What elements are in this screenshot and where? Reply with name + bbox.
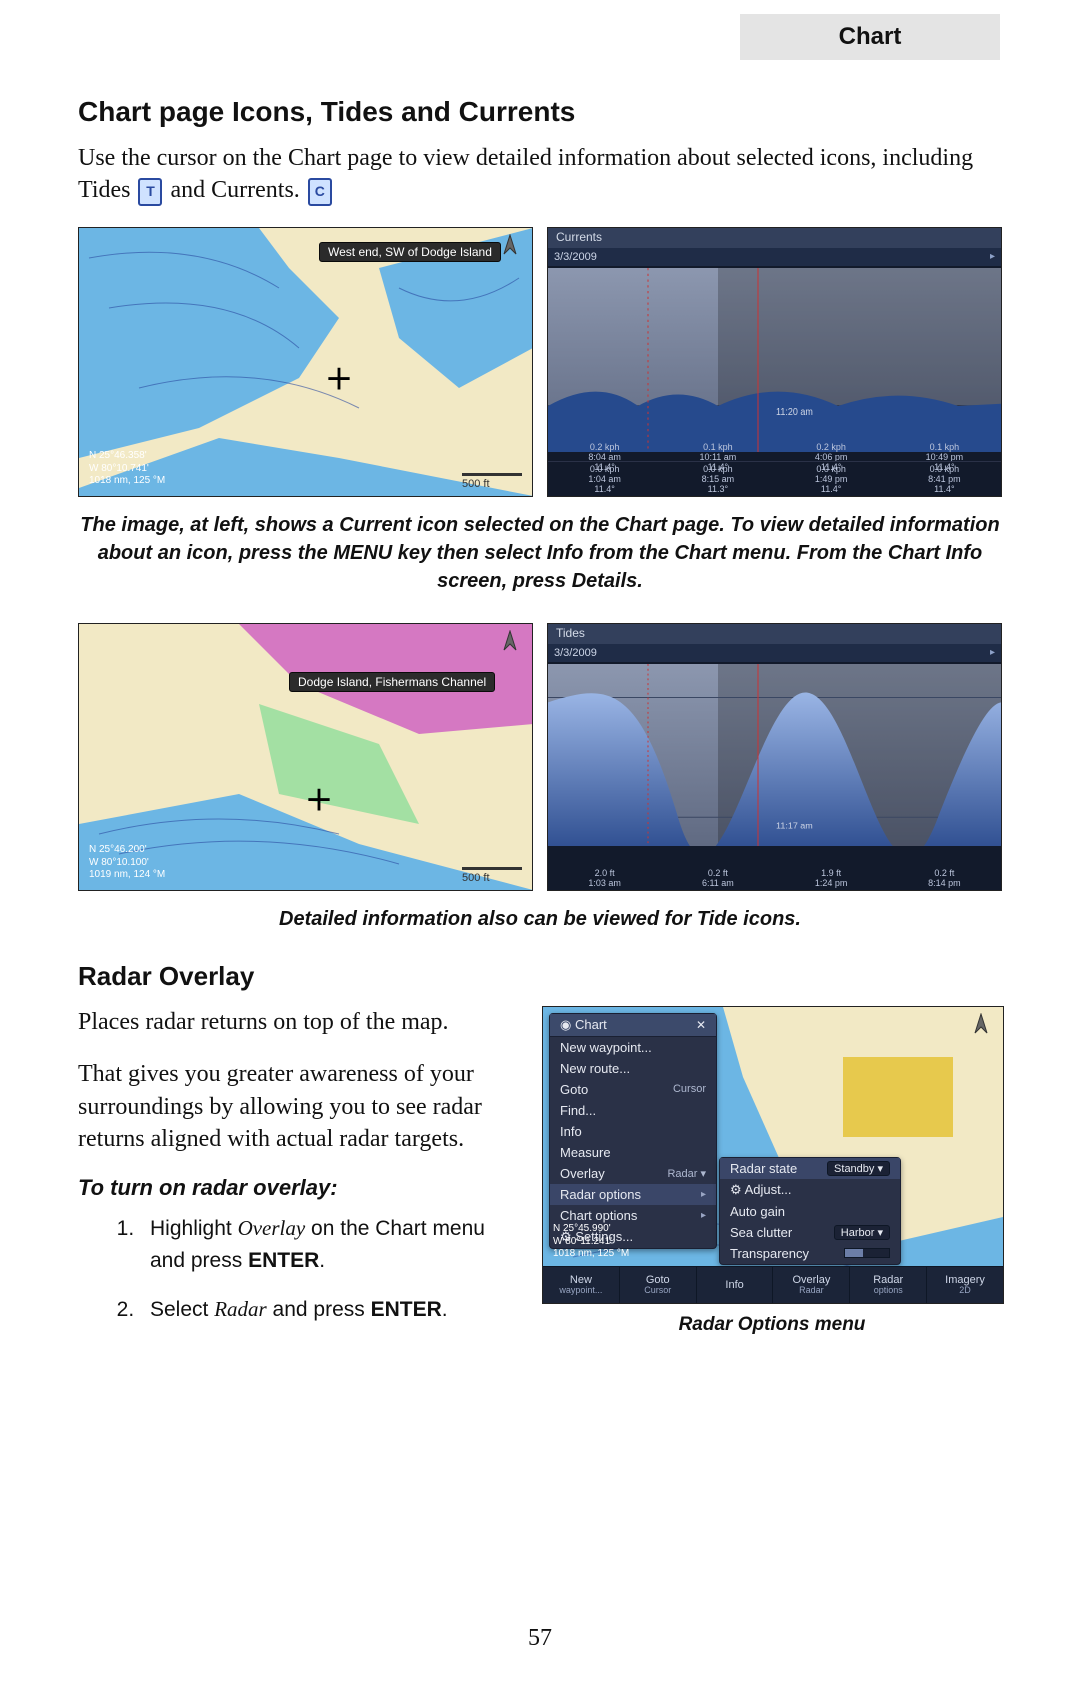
radar-p1: Places radar returns on top of the map.: [78, 1006, 522, 1038]
north-indicator-icon-3: [969, 1013, 993, 1043]
date-chev-icon[interactable]: ▸: [990, 251, 995, 262]
radar-p2: That gives you greater awareness of your…: [78, 1058, 522, 1155]
radar-subhead: To turn on radar overlay:: [78, 1175, 522, 1201]
page-number: 57: [0, 1625, 1080, 1652]
softkey-overlay[interactable]: OverlayRadar: [773, 1267, 850, 1303]
cursor-icon-2: ＋: [305, 779, 333, 819]
caption-1: The image, at left, shows a Current icon…: [78, 511, 1002, 595]
menu-new-waypoint[interactable]: New waypoint...: [550, 1037, 716, 1058]
location-label-text-2: Dodge Island, Fishermans Channel: [298, 675, 486, 689]
page: Chart Chart page Icons, Tides and Curren…: [0, 0, 1080, 1682]
tide-icon: T: [138, 178, 162, 206]
softkey-new-waypoint[interactable]: Newwaypoint...: [543, 1267, 620, 1303]
tides-date: 3/3/2009: [554, 647, 597, 659]
location-label-1: West end, SW of Dodge Island: [319, 242, 501, 262]
tides-title: Tides: [548, 624, 1001, 644]
chart-screenshot-2: Dodge Island, Fishermans Channel ＋ N 25°…: [78, 623, 533, 891]
lon-text: W 80°10.741': [89, 463, 165, 476]
radar-figure-col: ◉ Chart ✕ New waypoint... New route... G…: [542, 1006, 1002, 1336]
menu-measure[interactable]: Measure: [550, 1142, 716, 1163]
step-1: Highlight Overlay on the Chart menu and …: [140, 1213, 522, 1276]
softkey-radar-options[interactable]: Radaroptions: [850, 1267, 927, 1303]
submenu-adjust[interactable]: ⚙ Adjust...: [720, 1179, 900, 1201]
radar-options-submenu: Radar state Standby ▾ ⚙ Adjust... Auto g…: [719, 1157, 901, 1265]
chart-menu: ◉ Chart ✕ New waypoint... New route... G…: [549, 1013, 717, 1249]
radar-screenshot: ◉ Chart ✕ New waypoint... New route... G…: [542, 1006, 1004, 1304]
svg-text:11:17 am: 11:17 am: [776, 821, 813, 831]
submenu-auto-gain[interactable]: Auto gain: [720, 1201, 900, 1222]
softkey-imagery[interactable]: Imagery2D: [927, 1267, 1003, 1303]
tides-graph: 11:17 am: [548, 664, 1001, 846]
menu-new-route[interactable]: New route...: [550, 1058, 716, 1079]
menu-info[interactable]: Info: [550, 1121, 716, 1142]
menu-overlay[interactable]: OverlayRadar ▾: [550, 1163, 716, 1184]
position-overlay-2: N 25°46.200' W 80°10.100' 1019 nm, 124 °…: [89, 844, 165, 882]
current-icon: C: [308, 178, 332, 206]
currents-graph: 11:20 am: [548, 268, 1001, 452]
section-title-1: Chart page Icons, Tides and Currents: [78, 96, 1002, 128]
figure-row-2: Dodge Island, Fishermans Channel ＋ N 25°…: [78, 623, 1002, 891]
tides-date-row: 3/3/2009 ▸: [548, 644, 1001, 662]
menu-find[interactable]: Find...: [550, 1100, 716, 1121]
currents-cols-bottom: 0.0 kph1:04 am11.4° 0.0 kph8:15 am11.3° …: [548, 461, 1001, 496]
content: Chart page Icons, Tides and Currents Use…: [0, 0, 1080, 1344]
position-overlay-3: N 25°45.990' W 80°11.241' 1018 nm, 125 °…: [553, 1223, 629, 1261]
marker-time-text: 11:20 am: [776, 406, 813, 418]
submenu-radar-state[interactable]: Radar state Standby ▾: [720, 1158, 900, 1179]
currents-panel: Currents 3/3/2009 ▸ 11:20 am: [547, 227, 1002, 497]
currents-title: Currents: [548, 228, 1001, 248]
intro-paragraph: Use the cursor on the Chart page to view…: [78, 142, 1002, 207]
step-2: Select Radar and press ENTER.: [140, 1294, 522, 1326]
submenu-sea-clutter[interactable]: Sea clutter Harbor ▾: [720, 1222, 900, 1243]
scale-text: 500 ft: [462, 478, 490, 490]
north-indicator-icon: [498, 234, 522, 264]
caption-2: Detailed information also can be viewed …: [78, 905, 1002, 933]
location-label-text: West end, SW of Dodge Island: [328, 245, 492, 259]
chapter-tab: Chart: [740, 14, 1000, 60]
softkey-goto[interactable]: GotoCursor: [620, 1267, 697, 1303]
radar-text-col: Places radar returns on top of the map. …: [78, 1006, 522, 1344]
tides-cols: 2.0 ft1:03 am 0.2 ft6:11 am 1.9 ft1:24 p…: [548, 866, 1001, 890]
north-indicator-icon-2: [498, 630, 522, 660]
menu-radar-options[interactable]: Radar options▸: [550, 1184, 716, 1205]
scale-bar-1: 500 ft: [462, 473, 522, 490]
currents-date: 3/3/2009: [554, 251, 597, 263]
close-icon[interactable]: ✕: [696, 1018, 706, 1032]
figure-row-1: West end, SW of Dodge Island ＋ N 25°46.3…: [78, 227, 1002, 497]
chart-screenshot-1: West end, SW of Dodge Island ＋ N 25°46.3…: [78, 227, 533, 497]
position-overlay-1: N 25°46.358' W 80°10.741' 1018 nm, 125 °…: [89, 450, 165, 488]
section-title-2: Radar Overlay: [78, 961, 1002, 992]
tides-panel: Tides 3/3/2009 ▸: [547, 623, 1002, 891]
cursor-icon: ＋: [325, 358, 353, 398]
radar-two-col: Places radar returns on top of the map. …: [78, 1006, 1002, 1344]
date-chev-icon-2[interactable]: ▸: [990, 647, 995, 658]
softkey-bar: Newwaypoint... GotoCursor Info OverlayRa…: [543, 1266, 1003, 1303]
caption-3: Radar Options menu: [542, 1314, 1002, 1336]
scale-bar-2: 500 ft: [462, 867, 522, 884]
nav-text: 1018 nm, 125 °M: [89, 475, 165, 488]
location-label-2: Dodge Island, Fishermans Channel: [289, 672, 495, 692]
steps-list: Highlight Overlay on the Chart menu and …: [78, 1213, 522, 1326]
currents-date-row: 3/3/2009 ▸: [548, 248, 1001, 266]
intro-text-b: and Currents.: [170, 177, 299, 203]
softkey-info[interactable]: Info: [697, 1267, 774, 1303]
lat-text: N 25°46.358': [89, 450, 165, 463]
submenu-transparency[interactable]: Transparency: [720, 1243, 900, 1264]
menu-goto[interactable]: GotoCursor: [550, 1079, 716, 1100]
menu-header: ◉ Chart ✕: [550, 1014, 716, 1037]
